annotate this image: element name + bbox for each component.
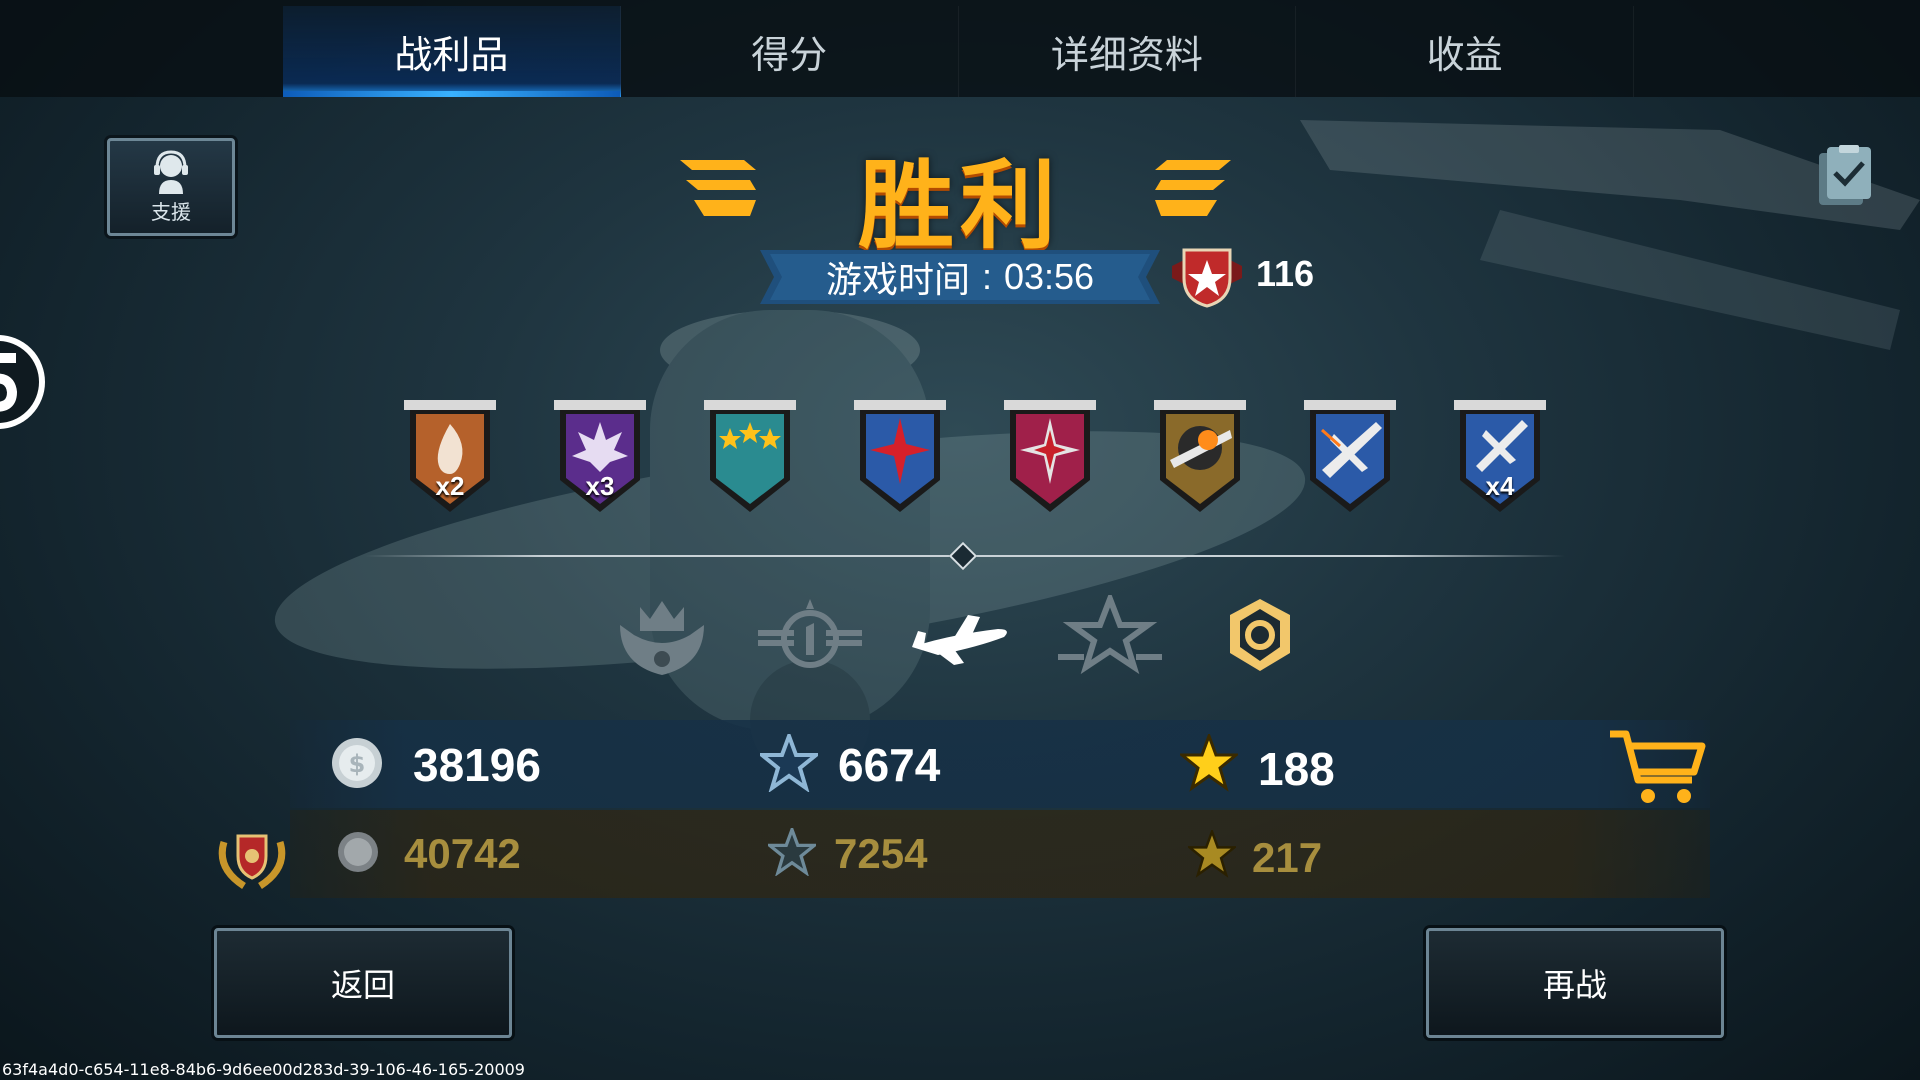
medal-red-star-crimson[interactable] xyxy=(1000,400,1100,516)
medal-multiplier: x4 xyxy=(1485,471,1515,501)
experience-star-icon xyxy=(760,734,818,792)
medal-three-stars[interactable] xyxy=(700,400,800,516)
aircraft-icon[interactable] xyxy=(908,595,1012,679)
tab-score[interactable]: 得分 xyxy=(621,6,959,97)
rank-shield-icon xyxy=(1172,248,1242,308)
experience-star-icon xyxy=(768,828,816,876)
rewards-row: $ 38196 6674 188 xyxy=(290,720,1710,808)
shopping-cart-icon[interactable] xyxy=(1610,728,1706,806)
reward-experience-value: 6674 xyxy=(838,739,941,791)
game-time-separator: : xyxy=(981,256,992,297)
medal-crashed-plane[interactable] xyxy=(1150,400,1250,516)
medal-explosion[interactable]: x3 xyxy=(550,400,650,516)
squadron-crest-icon[interactable] xyxy=(610,595,714,679)
gold-star-icon xyxy=(1180,734,1238,792)
game-time: 游戏时间 : 03:56 xyxy=(760,250,1160,304)
side-badge-icon xyxy=(0,335,45,429)
tab-earnings[interactable]: 收益 xyxy=(1296,6,1634,97)
session-id: 63f4a4d0-c654-11e8-84b6-9d6ee00d283d-39-… xyxy=(2,1060,525,1079)
premium-rewards-row: 40742 7254 217 xyxy=(290,810,1710,898)
white-star-icon xyxy=(1004,400,1096,512)
pilot-headset-icon xyxy=(154,149,188,194)
tab-strip: 战利品 得分 详细资料 收益 xyxy=(283,6,1634,97)
premium-gold-stars-value: 217 xyxy=(1252,834,1323,881)
reward-gold-stars-value: 188 xyxy=(1258,743,1335,795)
rank-wings-icon[interactable] xyxy=(758,595,862,679)
red-star-icon xyxy=(854,400,946,512)
reward-silver-value: 38196 xyxy=(413,739,541,791)
medal-multiplier: x3 xyxy=(585,471,615,501)
medal-plane-blue[interactable] xyxy=(1300,400,1400,516)
victory-title: 胜利 xyxy=(858,150,1062,262)
medal-multiplier: x2 xyxy=(435,471,465,501)
medal-plane-blue-x4[interactable]: x4 xyxy=(1450,400,1550,516)
chevron-right-decoration xyxy=(1155,160,1231,216)
tab-details[interactable]: 详细资料 xyxy=(959,6,1297,97)
medal-fire[interactable]: x2 xyxy=(400,400,500,516)
silver-coin-icon xyxy=(338,832,378,872)
background-bomber-plane xyxy=(1300,120,1920,350)
silver-coin-icon: $ xyxy=(332,738,382,788)
crashed-plane-icon xyxy=(1154,400,1246,512)
game-time-label: 游戏时间 xyxy=(825,259,970,300)
gold-star-icon xyxy=(1188,830,1236,878)
premium-laurel-icon xyxy=(218,834,286,889)
chevron-left-decoration xyxy=(680,160,756,216)
premium-silver-value: 40742 xyxy=(404,830,521,877)
medal-row: x2 x3 x4 xyxy=(400,400,1560,520)
clipboard-check-icon[interactable] xyxy=(1817,145,1873,207)
support-button[interactable]: 支援 xyxy=(107,138,235,236)
play-again-button[interactable]: 再战 xyxy=(1426,928,1724,1038)
tab-loot[interactable]: 战利品 xyxy=(283,6,621,97)
medal-red-star-blue[interactable] xyxy=(850,400,950,516)
support-label: 支援 xyxy=(151,201,191,224)
rank-points: 116 xyxy=(1256,253,1315,294)
stars-icon[interactable] xyxy=(1058,595,1162,679)
hex-gear-icon[interactable] xyxy=(1208,595,1312,679)
svg-text:$: $ xyxy=(349,750,366,778)
game-time-value: 03:56 xyxy=(1003,256,1095,297)
premium-experience-value: 7254 xyxy=(834,830,928,877)
fighter-plane-icon xyxy=(1304,400,1396,512)
back-button[interactable]: 返回 xyxy=(214,928,512,1038)
three-stars-icon xyxy=(704,400,796,512)
